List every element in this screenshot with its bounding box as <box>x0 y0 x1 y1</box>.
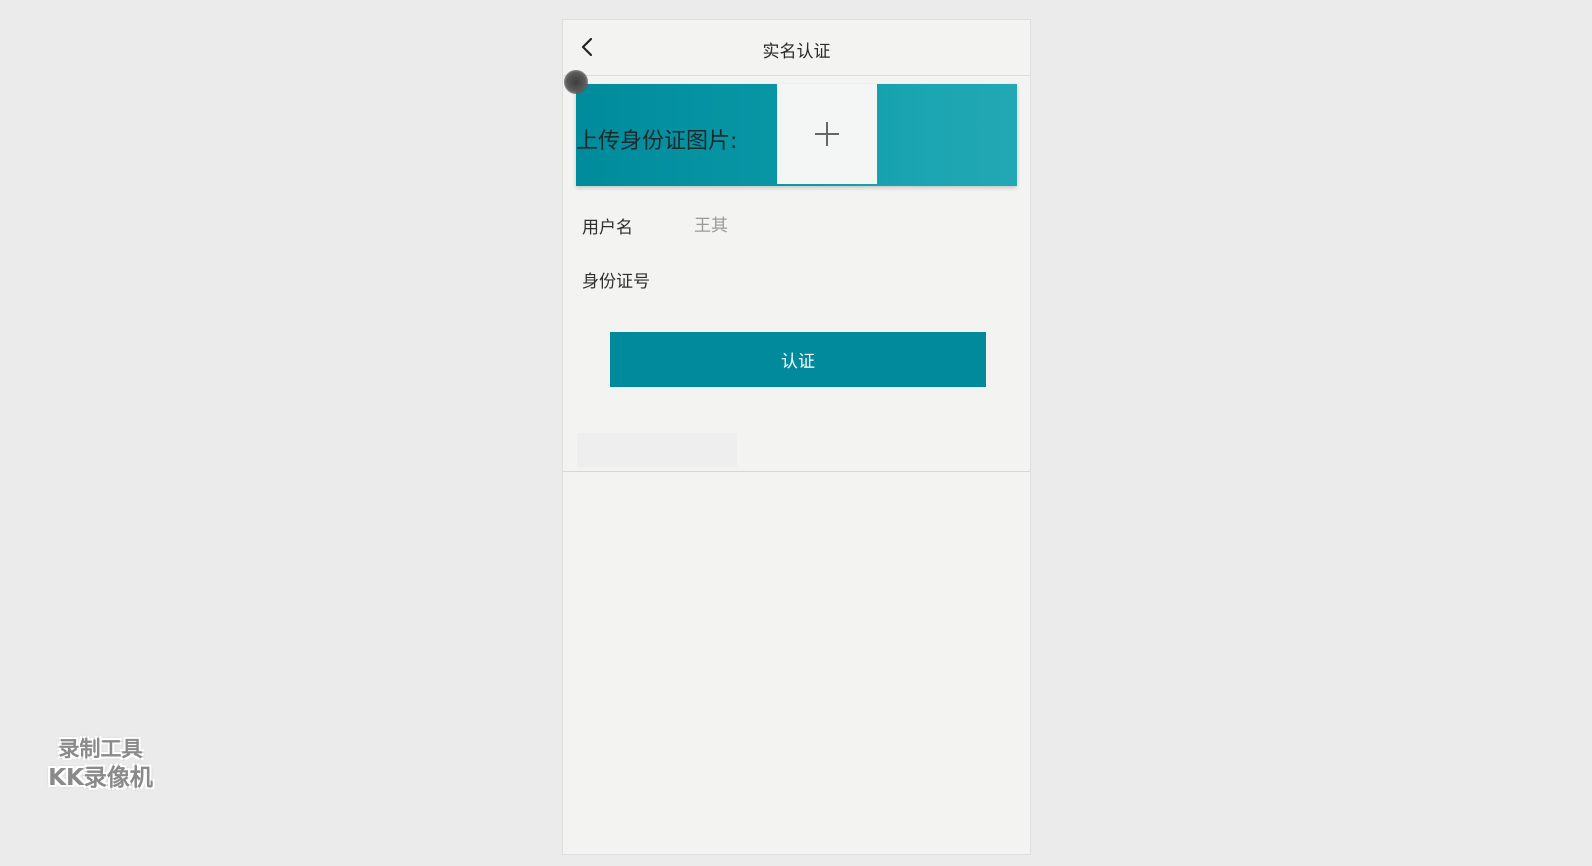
id-number-label: 身份证号 <box>582 272 650 292</box>
touch-indicator <box>564 70 588 94</box>
divider <box>563 471 1030 472</box>
username-input[interactable] <box>694 213 994 233</box>
watermark-line-1: 录制工具 <box>58 737 143 761</box>
username-label: 用户名 <box>582 218 633 238</box>
page-title: 实名认证 <box>762 42 831 62</box>
id-number-input[interactable] <box>694 267 994 287</box>
upload-id-image-button[interactable] <box>777 84 877 184</box>
navbar: 实名认证 <box>563 20 1030 76</box>
recorder-watermark: 录制工具 KK录像机 <box>33 735 168 793</box>
plus-icon <box>815 122 839 146</box>
faint-placeholder <box>577 433 737 467</box>
verify-button[interactable]: 认证 <box>610 332 986 387</box>
id-upload-banner: 上传身份证图片: <box>576 84 1017 186</box>
upload-label: 上传身份证图片: <box>576 129 738 154</box>
phone-frame: 实名认证 上传身份证图片: 用户名 身份证号 认证 <box>562 19 1031 855</box>
watermark-line-2: KK录像机 <box>48 765 153 791</box>
